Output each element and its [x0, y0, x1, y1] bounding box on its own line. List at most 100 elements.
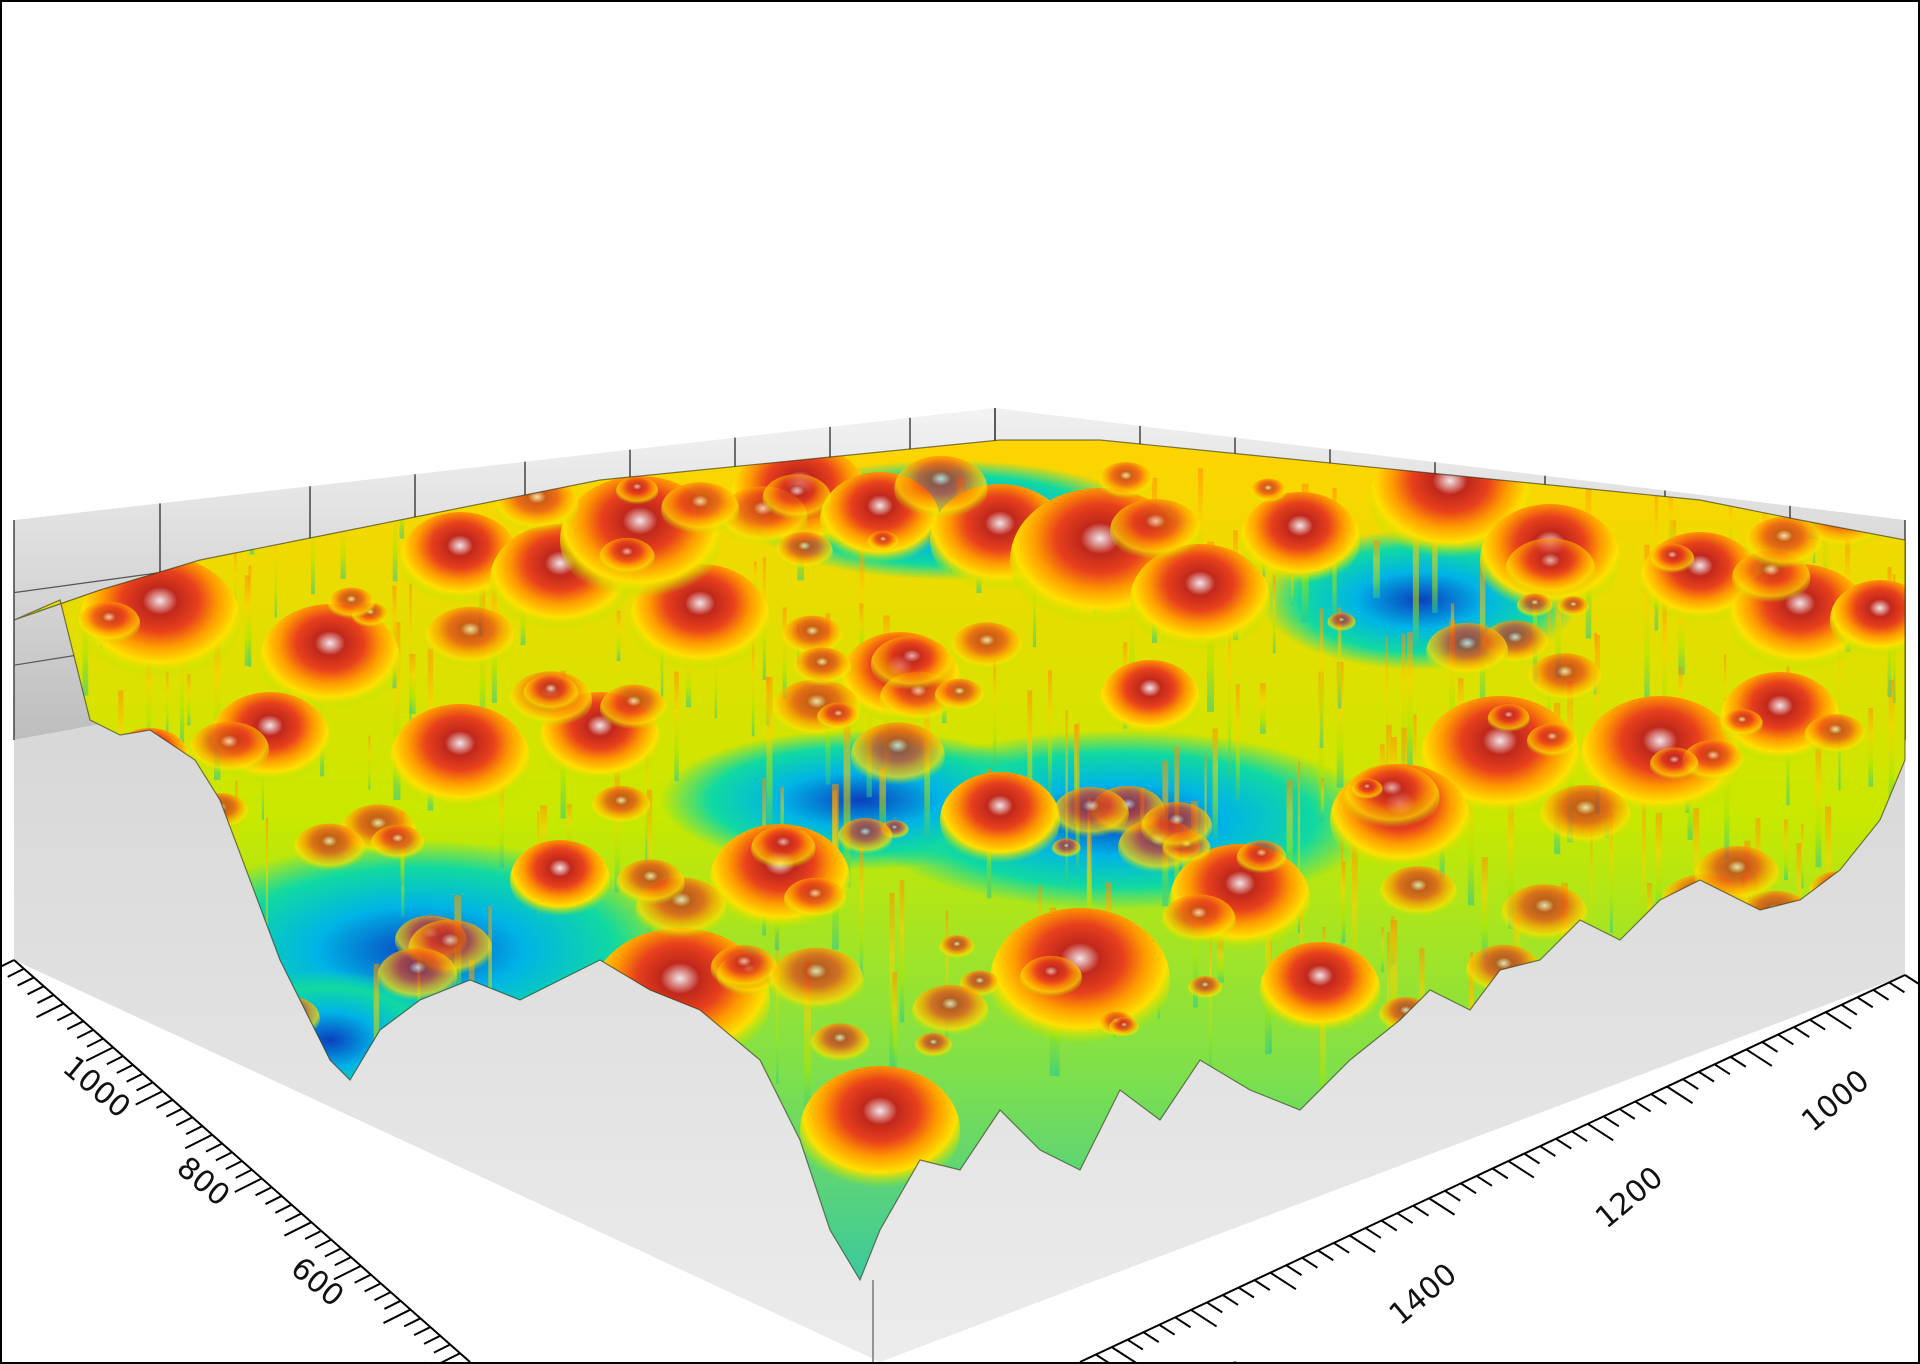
surface-bump — [1804, 714, 1867, 758]
axis-tick — [235, 1168, 253, 1179]
axis-tick — [265, 1195, 283, 1205]
surface-bump — [616, 859, 685, 908]
surface-cliff — [1342, 861, 1346, 943]
surface-bump — [1526, 723, 1578, 760]
surface-cliff — [1272, 575, 1276, 654]
surface-cliff — [776, 932, 779, 1084]
surface-bump — [424, 606, 516, 671]
surface-bump — [762, 474, 832, 523]
surface-bump — [751, 826, 816, 872]
axis-tick — [17, 976, 35, 987]
axis-tick — [1809, 1018, 1826, 1031]
axis-tick — [106, 1055, 124, 1066]
surface-cliff — [616, 610, 621, 662]
axis-tick — [1444, 1189, 1461, 1202]
axis-tick — [1618, 1108, 1636, 1120]
axis-tick — [86, 1037, 104, 1048]
axis-tick — [364, 1282, 382, 1293]
axis-tick — [1761, 1041, 1779, 1053]
surface-bump — [1650, 543, 1695, 575]
axis-tick — [1174, 1316, 1192, 1329]
axis-tick — [234, 1177, 263, 1193]
axis-tick — [1269, 1271, 1297, 1291]
surface-bump — [327, 587, 375, 621]
axis-tick — [433, 1343, 451, 1354]
axis-tick — [0, 959, 15, 969]
surface-bump — [934, 678, 985, 714]
surface-cliff — [766, 677, 773, 830]
axis-tick — [354, 1273, 372, 1284]
surface-bump — [1327, 612, 1356, 633]
surface-bump — [792, 647, 852, 689]
surface-bump — [768, 947, 864, 1015]
surface-bump — [1426, 622, 1509, 681]
surface-bump — [1141, 802, 1213, 852]
surface-cliff — [1868, 707, 1874, 787]
axis-tick — [1253, 1279, 1271, 1291]
surface-peak — [940, 772, 1060, 868]
axis-tick — [1491, 1167, 1509, 1180]
surface-bump — [783, 877, 847, 922]
axis-tick — [1127, 1338, 1144, 1351]
surface-bump — [914, 1032, 952, 1059]
axis-tick — [383, 1308, 411, 1324]
axis-tick — [1317, 1249, 1334, 1262]
surface-bump — [810, 1023, 870, 1065]
axis-tick — [1238, 1286, 1255, 1299]
axis-tick — [175, 1116, 193, 1127]
axis-tick — [1634, 1100, 1652, 1113]
axis-tick — [1349, 1234, 1376, 1253]
surface-peak — [1240, 492, 1360, 588]
surface-cliff — [1212, 728, 1219, 840]
axis-tick — [1856, 996, 1874, 1009]
axis-tick — [1666, 1085, 1694, 1104]
axis-tick — [1142, 1331, 1160, 1343]
surface-bump — [1527, 653, 1603, 706]
axis-tick — [66, 1020, 84, 1031]
axis-tick — [1206, 1301, 1223, 1314]
axis-tick — [284, 1212, 302, 1223]
surface-peak — [1100, 660, 1200, 740]
axis-tick — [374, 1291, 392, 1302]
left-tick-label: 400 — [398, 1351, 464, 1364]
axis-tick — [27, 985, 45, 996]
axis-tick — [165, 1107, 183, 1118]
axis-tick — [1840, 1003, 1858, 1016]
axis-tick — [1460, 1182, 1477, 1195]
axis-tick — [1714, 1063, 1731, 1076]
surface-cliff — [674, 671, 679, 782]
left-tick-label: 600 — [284, 1251, 350, 1315]
surface-cliff — [1047, 670, 1052, 794]
surface-bump — [1379, 866, 1457, 921]
surface-bump — [1162, 894, 1236, 947]
axis-tick — [1888, 981, 1905, 994]
axis-tick — [436, 1352, 461, 1364]
surface-peak — [1260, 942, 1380, 1038]
surface-bump — [1516, 593, 1553, 619]
axis-tick — [1222, 1294, 1239, 1306]
surface-peak — [390, 704, 530, 816]
surface-bump — [912, 984, 989, 1039]
axis-tick — [185, 1125, 203, 1136]
surface-cliff — [368, 735, 371, 790]
axis-tick — [1301, 1256, 1318, 1269]
axis-tick — [334, 1256, 352, 1267]
surface-bump — [1051, 838, 1081, 859]
axis-tick — [37, 994, 55, 1004]
axis-tick — [403, 1317, 421, 1328]
surface-bump — [1109, 498, 1202, 563]
axis-tick — [1095, 1353, 1112, 1364]
axis-tick — [126, 1072, 144, 1083]
axis-tick — [56, 1011, 74, 1022]
axis-tick — [1285, 1264, 1303, 1276]
surface-cliff — [1481, 857, 1488, 959]
axis-tick — [76, 1029, 94, 1039]
surface-bump — [1052, 787, 1129, 841]
surface-bump — [775, 531, 833, 572]
surface-bump — [950, 622, 1023, 673]
axis-tick — [283, 1221, 312, 1237]
surface-bump — [1649, 747, 1699, 782]
surface-bump — [1098, 462, 1154, 501]
right-tick-label: 1200 — [1589, 1160, 1670, 1236]
surface-cliff — [892, 972, 898, 1075]
